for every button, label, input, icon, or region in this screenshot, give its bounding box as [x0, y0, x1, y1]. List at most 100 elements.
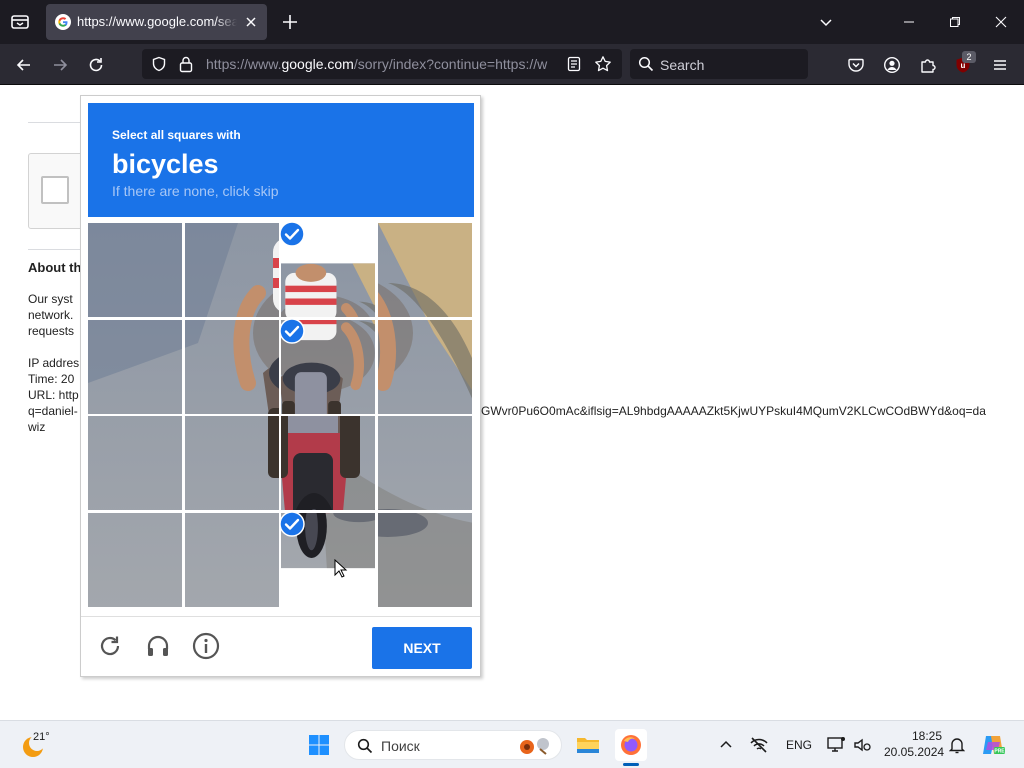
challenge-footer: NEXT	[81, 616, 480, 676]
clock-date[interactable]: 20.05.2024	[884, 745, 944, 759]
challenge-header: Select all squares with bicycles If ther…	[88, 103, 474, 217]
divider	[28, 122, 88, 123]
restore-icon[interactable]	[932, 0, 978, 44]
tile-image	[184, 319, 279, 414]
weather-widget[interactable]: 21°	[18, 731, 78, 761]
back-icon[interactable]	[11, 52, 37, 78]
reader-view-icon[interactable]	[566, 56, 582, 72]
body-line: wiz	[28, 420, 46, 434]
pocket-icon[interactable]	[843, 52, 869, 78]
extension-badge: 2	[962, 51, 976, 63]
captcha-tile[interactable]	[184, 319, 279, 414]
tile-image	[184, 512, 279, 607]
account-icon[interactable]	[879, 52, 905, 78]
list-all-tabs-icon[interactable]	[8, 11, 32, 33]
extensions-puzzle-icon[interactable]	[915, 52, 941, 78]
reload-challenge-icon[interactable]	[95, 631, 125, 661]
challenge-hint: If there are none, click skip	[112, 183, 279, 199]
notifications-bell-icon[interactable]	[943, 729, 971, 761]
captcha-tile[interactable]	[184, 416, 279, 510]
bookmark-star-icon[interactable]	[594, 55, 612, 73]
search-placeholder: Search	[660, 57, 705, 73]
taskbar-search-placeholder: Поиск	[381, 738, 420, 754]
search-icon	[357, 738, 373, 754]
divider	[28, 249, 88, 250]
captcha-tile[interactable]	[88, 223, 182, 317]
tile-image	[88, 512, 182, 607]
volume-network-status-icon[interactable]	[848, 729, 876, 761]
blocked-url-tail: GWvr0Pu6O0mAc&iflsig=AL9hbdgAAAAAZkt5Kjw…	[481, 404, 986, 418]
captcha-tile[interactable]	[88, 416, 182, 510]
display-icon[interactable]	[822, 729, 850, 761]
captcha-tile[interactable]	[184, 512, 279, 607]
search-bar[interactable]: Search	[630, 49, 808, 79]
tracking-protection-shield-icon[interactable]	[151, 56, 167, 72]
copilot-icon[interactable]: PRE	[977, 729, 1009, 761]
close-window-icon[interactable]	[978, 0, 1024, 44]
reload-icon[interactable]	[83, 52, 109, 78]
forward-icon[interactable]	[47, 52, 73, 78]
recaptcha-challenge: Select all squares with bicycles If ther…	[80, 95, 481, 677]
captcha-tile[interactable]	[281, 416, 375, 510]
active-app-indicator	[623, 763, 639, 766]
body-line: URL: http	[28, 388, 79, 402]
search-icon	[638, 56, 654, 72]
grid-divider	[88, 414, 474, 416]
tab-overflow-chevron-icon[interactable]	[803, 0, 849, 44]
temperature: 21°	[33, 731, 50, 743]
network-disconnected-icon[interactable]	[745, 729, 773, 761]
audio-challenge-headphones-icon[interactable]	[143, 631, 173, 661]
captcha-tile[interactable]	[377, 223, 472, 317]
captcha-tile[interactable]	[377, 319, 472, 414]
help-info-icon[interactable]	[191, 631, 221, 661]
tile-selected-check-icon	[279, 221, 305, 247]
tile-image	[377, 512, 472, 607]
grid-divider	[375, 223, 378, 609]
captcha-tile[interactable]	[377, 416, 472, 510]
google-favicon-icon	[55, 14, 71, 30]
body-line: IP addres	[28, 356, 80, 370]
close-tab-icon[interactable]	[243, 14, 259, 30]
next-button[interactable]: NEXT	[372, 627, 472, 669]
url-text[interactable]: https://www.google.com/sorry/index?conti…	[206, 56, 556, 74]
menu-hamburger-icon[interactable]	[987, 52, 1013, 78]
url-prefix: https://www.	[206, 56, 282, 72]
file-explorer-icon[interactable]	[572, 729, 604, 761]
body-line: requests	[28, 324, 75, 338]
browser-tab-bar: https://www.google.com/sear	[0, 0, 1024, 44]
grid-divider	[182, 223, 185, 609]
navigation-toolbar: https://www.google.com/sorry/index?conti…	[0, 44, 1024, 85]
challenge-keyword: bicycles	[112, 149, 219, 179]
tile-selected-check-icon	[279, 317, 305, 344]
input-language[interactable]: ENG	[786, 738, 812, 752]
taskbar-search[interactable]: Поиск	[344, 730, 562, 760]
address-bar[interactable]: https://www.google.com/sorry/index?conti…	[142, 49, 622, 79]
firefox-taskbar-icon[interactable]	[615, 729, 647, 761]
tile-image	[377, 223, 472, 317]
url-domain: google.com	[281, 56, 354, 72]
tile-image	[184, 223, 279, 317]
captcha-tile[interactable]	[184, 223, 279, 317]
minimize-icon[interactable]	[886, 0, 932, 44]
captcha-tile[interactable]	[377, 512, 472, 607]
captcha-tile[interactable]	[88, 319, 182, 414]
active-tab[interactable]: https://www.google.com/sear	[46, 4, 267, 40]
padlock-icon[interactable]	[178, 55, 194, 73]
new-tab-icon[interactable]	[280, 12, 300, 32]
tile-image	[281, 416, 375, 510]
clock-time[interactable]: 18:25	[912, 729, 942, 743]
body-line: Our syst	[28, 292, 73, 306]
windows-taskbar: 21° Поиск ENG 18:25 20.05.2024 PRE	[0, 720, 1024, 768]
url-path: /sorry/index?continue=https://w	[353, 56, 548, 72]
grid-divider	[279, 223, 281, 609]
windows-start-icon[interactable]	[303, 729, 335, 761]
tile-selected-check-icon	[279, 510, 305, 537]
mouse-cursor-icon	[334, 558, 348, 579]
tile-image	[377, 416, 472, 510]
search-highlight-flowers-icon	[520, 738, 549, 755]
tile-image	[88, 416, 182, 510]
image-tile-grid	[88, 221, 474, 609]
show-hidden-icons-chevron-icon[interactable]	[712, 729, 740, 761]
recaptcha-checkbox[interactable]	[41, 176, 69, 204]
captcha-tile[interactable]	[88, 512, 182, 607]
